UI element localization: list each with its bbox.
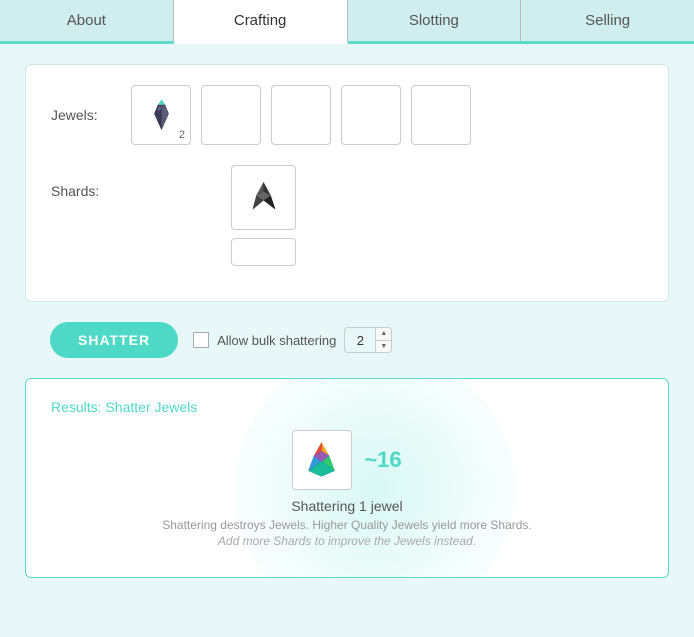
- result-shard-icon: [301, 439, 343, 481]
- bulk-value: 2: [345, 333, 375, 348]
- shatter-button[interactable]: SHATTER: [50, 322, 178, 358]
- bulk-spinner[interactable]: 2 ▲ ▼: [344, 327, 392, 353]
- shards-value[interactable]: [232, 244, 296, 260]
- results-title: Results: Shatter Jewels: [51, 399, 643, 415]
- shards-label: Shards:: [51, 165, 131, 199]
- jewel-slot-4[interactable]: [341, 85, 401, 145]
- jewel-slot-5[interactable]: [411, 85, 471, 145]
- jewels-label: Jewels:: [51, 107, 131, 123]
- tab-crafting[interactable]: Crafting: [174, 0, 348, 44]
- jewel-slots: 2: [131, 85, 471, 145]
- tab-bar: About Crafting Slotting Selling: [0, 0, 694, 44]
- jewel-slot-2[interactable]: [201, 85, 261, 145]
- bulk-arrows: ▲ ▼: [375, 327, 391, 353]
- result-note1: Shattering destroys Jewels. Higher Quali…: [162, 518, 532, 532]
- result-item-row: ~16: [292, 430, 401, 490]
- result-note2: Add more Shards to improve the Jewels in…: [218, 534, 476, 548]
- jewel-slot-1[interactable]: 2: [131, 85, 191, 145]
- tab-selling[interactable]: Selling: [521, 0, 694, 41]
- tab-slotting[interactable]: Slotting: [348, 0, 522, 41]
- shards-col: ▲ ▼: [231, 165, 296, 266]
- bulk-label-text: Allow bulk shattering: [217, 333, 336, 348]
- main-content: Jewels: 2: [0, 44, 694, 598]
- result-desc: Shattering 1 jewel: [291, 498, 402, 514]
- result-slot: [292, 430, 352, 490]
- jewel-count: 2: [179, 129, 185, 141]
- results-panel: Results: Shatter Jewels: [25, 378, 669, 578]
- jewel-gem-icon: [144, 98, 179, 133]
- action-row: SHATTER Allow bulk shattering 2 ▲ ▼: [25, 322, 669, 358]
- bulk-checkbox[interactable]: [193, 332, 209, 348]
- results-body: ~16 Shattering 1 jewel Shattering destro…: [51, 430, 643, 548]
- shards-row: Shards:: [51, 160, 643, 266]
- crafting-panel: Jewels: 2: [25, 64, 669, 302]
- shard-slot[interactable]: [231, 165, 296, 230]
- bulk-label: Allow bulk shattering 2 ▲ ▼: [193, 327, 392, 353]
- jewels-row: Jewels: 2: [51, 85, 643, 145]
- result-count: ~16: [364, 447, 401, 473]
- shards-spinner[interactable]: ▲ ▼: [231, 238, 296, 266]
- app-container: About Crafting Slotting Selling Jewels:: [0, 0, 694, 637]
- shard-icon: [244, 178, 284, 218]
- jewel-slot-3[interactable]: [271, 85, 331, 145]
- tab-about[interactable]: About: [0, 0, 174, 41]
- bulk-up[interactable]: ▲: [376, 327, 391, 341]
- bulk-down[interactable]: ▼: [376, 341, 391, 354]
